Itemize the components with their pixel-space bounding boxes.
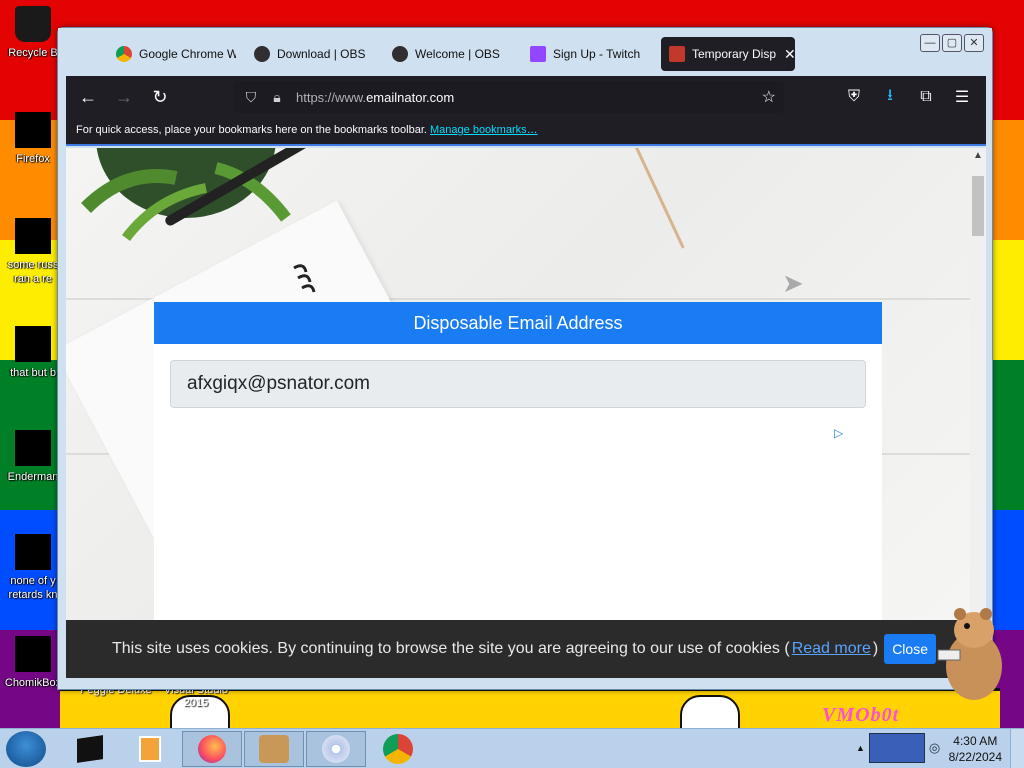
tab-google-chrome[interactable]: Google Chrome W [108, 37, 236, 71]
obs-icon [392, 46, 408, 62]
system-tray: ▲ ◎ [856, 733, 940, 763]
hamster-desktop-pet[interactable] [930, 600, 1010, 705]
desktop-icon-recycle-bin[interactable]: Recycle B [2, 6, 64, 60]
window-icon [15, 430, 51, 466]
scroll-up-icon[interactable]: ▲ [970, 148, 986, 164]
firefox-icon [15, 112, 51, 148]
clock-time: 4:30 AM [953, 734, 998, 748]
adchoices-icon[interactable]: ▷ [834, 426, 843, 440]
close-window-button[interactable]: ✕ [964, 34, 984, 52]
twitch-icon [530, 46, 546, 62]
chomikbox-icon [15, 636, 51, 672]
reload-icon[interactable]: ↻ [142, 81, 178, 113]
vm-logo: VMOb0t [822, 704, 900, 726]
file-icon [15, 218, 51, 254]
window-controls: — ▢ ✕ [920, 34, 984, 52]
shield-icon[interactable]: ⛉ [238, 89, 264, 106]
email-address-field[interactable]: afxgiqx@psnator.com [170, 360, 866, 408]
menu-icon[interactable]: ☰ [948, 87, 976, 107]
browser-window: Google Chrome W Download | OBS Welcome |… [57, 27, 993, 690]
clock[interactable]: 4:30 AM 8/22/2024 [949, 733, 1002, 765]
cookie-close-button[interactable]: Close [884, 634, 936, 664]
forward-icon[interactable]: → [106, 81, 142, 113]
manage-bookmarks-link[interactable]: Manage bookmarks… [430, 124, 538, 136]
recycle-bin-icon [15, 6, 51, 42]
taskbar-cd-app[interactable] [306, 731, 366, 767]
chomikbox-icon [259, 735, 289, 763]
notebook-rings [293, 264, 316, 293]
tab-twitch-signup[interactable]: Sign Up - Twitch [522, 37, 650, 71]
taskbar-firefox[interactable] [182, 731, 242, 767]
chrome-icon [116, 46, 132, 62]
desktop-icon-some-russ[interactable]: some russ ran a re [2, 218, 64, 286]
taskbar-media-player[interactable] [120, 731, 180, 767]
taskbar-chrome[interactable] [368, 731, 428, 767]
address-bar[interactable]: ⛉ 🔒︎ https://www.emailnator.com ☆ [234, 81, 784, 113]
nav-toolbar: ← → ↻ ⛉ 🔒︎ https://www.emailnator.com ☆ … [66, 76, 986, 118]
minimize-button[interactable]: — [920, 34, 940, 52]
toolbar-actions: ⛨ ⭳ ⧉ ☰ [840, 76, 976, 118]
page-viewport: ➤ ▲ Disposable Email Address afxgiqx@psn… [66, 148, 986, 678]
close-tab-icon[interactable]: ✕ [784, 46, 795, 63]
maximize-button[interactable]: ▢ [942, 34, 962, 52]
folder-icon [15, 326, 51, 362]
taskbar-cmd[interactable] [60, 731, 120, 767]
cookie-banner: This site uses cookies. By continuing to… [66, 620, 986, 678]
tab-download-obs[interactable]: Download | OBS [246, 37, 374, 71]
page-scrollbar[interactable]: ▲ [970, 148, 986, 678]
desktop-icon-none-of[interactable]: none of y retards kn [2, 534, 64, 602]
desktop-icon-that-but[interactable]: that but b [2, 326, 64, 380]
taskbar-chomikbox[interactable] [244, 731, 304, 767]
extensions-icon[interactable]: ⧉ [912, 88, 940, 106]
chrome-icon [383, 734, 413, 764]
download-icon[interactable]: ⭳ [876, 84, 904, 111]
tab-welcome-obs[interactable]: Welcome | OBS [384, 37, 512, 71]
cd-icon [322, 735, 350, 763]
file-icon [15, 534, 51, 570]
taskbar: ▲ ◎ 4:30 AM 8/22/2024 [0, 728, 1024, 768]
bookmarks-toolbar: For quick access, place your bookmarks h… [66, 118, 986, 146]
media-player-icon [139, 736, 161, 762]
desktop-icon-enderman[interactable]: Enderman [2, 430, 64, 484]
read-more-link[interactable]: Read more [792, 640, 871, 658]
emailnator-icon [669, 46, 685, 62]
start-button[interactable] [6, 731, 46, 767]
cookie-message: This site uses cookies. By continuing to… [112, 640, 790, 657]
star-icon[interactable]: ☆ [762, 87, 776, 107]
tab-temporary-disposable[interactable]: Temporary Disp ✕ [661, 37, 795, 71]
terminal-icon [77, 735, 103, 763]
tray-app-icon[interactable] [868, 733, 925, 763]
back-icon[interactable]: ← [70, 81, 106, 113]
network-icon[interactable]: ◎ [929, 740, 940, 756]
url-text[interactable]: https://www.emailnator.com [296, 90, 454, 105]
tray-expand-icon[interactable]: ▲ [856, 743, 865, 753]
firefox-icon [198, 735, 226, 763]
desktop-icon-firefox[interactable]: Firefox [2, 112, 64, 166]
tab-strip: Google Chrome W Download | OBS Welcome |… [58, 28, 992, 76]
pocket-icon[interactable]: ⛨ [840, 88, 868, 106]
desktop-icon-chomikbox[interactable]: ChomikBox [2, 636, 64, 690]
card-title: Disposable Email Address [154, 302, 882, 344]
obs-icon [254, 46, 270, 62]
paper-plane-icon: ➤ [782, 268, 804, 298]
scrollbar-thumb[interactable] [972, 176, 984, 236]
clock-date: 8/22/2024 [948, 750, 1002, 764]
lock-icon[interactable]: 🔒︎ [264, 89, 290, 106]
show-desktop-button[interactable] [1010, 729, 1024, 768]
